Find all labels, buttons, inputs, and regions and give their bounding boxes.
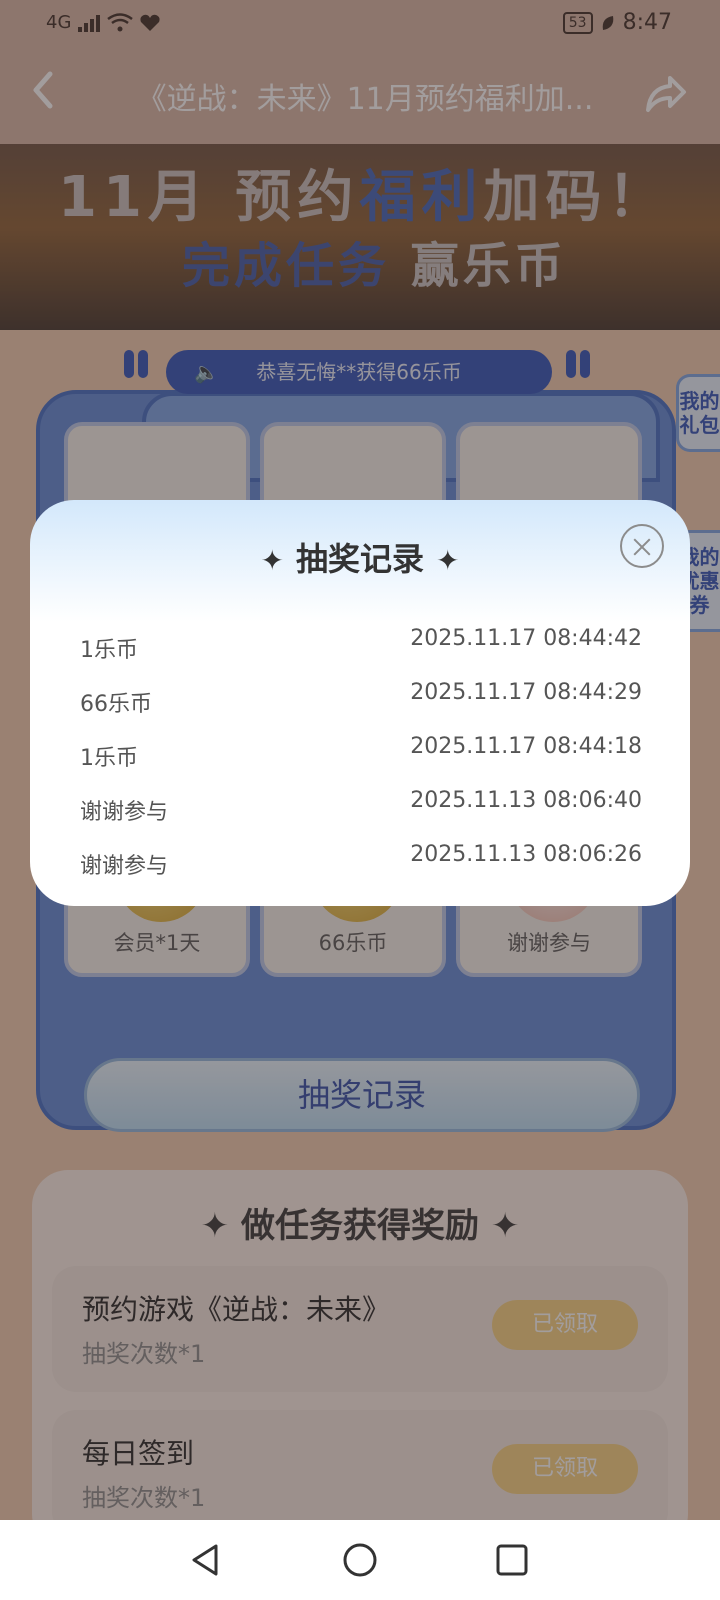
dialog-title: ✦ 抽奖记录 ✦ [260,540,460,578]
lottery-record-dialog: ✦ 抽奖记录 ✦ 1乐币 2025.11.17 08:44:42 66乐币 2025… [30,500,690,906]
sparkle-icon: ✦ [260,544,284,577]
record-prize: 66乐币 [80,692,152,717]
nav-back-icon [192,1544,218,1576]
record-row: 1乐币 2025.11.17 08:44:42 [80,622,642,676]
record-time: 2025.11.13 08:06:40 [410,788,642,813]
nav-recents-button[interactable] [492,1540,532,1580]
record-time: 2025.11.17 08:44:29 [410,680,642,705]
record-prize: 谢谢参与 [80,800,169,825]
record-row: 66乐币 2025.11.17 08:44:29 [80,676,642,730]
record-time: 2025.11.13 08:06:26 [410,842,642,867]
record-time: 2025.11.17 08:44:18 [410,734,642,759]
record-row: 谢谢参与 2025.11.13 08:06:26 [80,838,642,884]
nav-home-button[interactable] [340,1540,380,1580]
record-prize: 1乐币 [80,746,138,771]
system-nav-bar [0,1520,720,1600]
sparkle-icon: ✦ [436,544,460,577]
record-list[interactable]: 1乐币 2025.11.17 08:44:42 66乐币 2025.11.17 … [80,622,642,884]
close-button[interactable] [620,524,664,568]
nav-recents-icon [496,1544,528,1576]
record-row: 1乐币 2025.11.17 08:44:18 [80,730,642,784]
record-time: 2025.11.17 08:44:42 [410,626,642,651]
record-prize: 1乐币 [80,638,138,663]
nav-back-button[interactable] [186,1540,226,1580]
nav-home-icon [343,1543,377,1577]
record-prize: 谢谢参与 [80,854,169,879]
record-row: 谢谢参与 2025.11.13 08:06:40 [80,784,642,838]
